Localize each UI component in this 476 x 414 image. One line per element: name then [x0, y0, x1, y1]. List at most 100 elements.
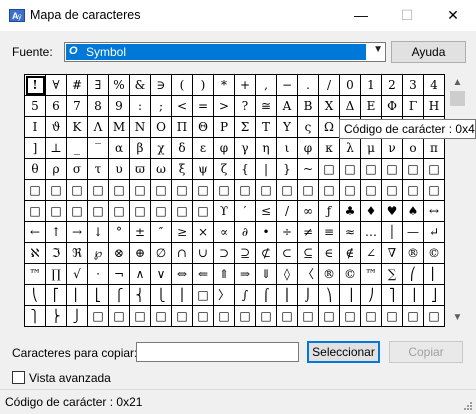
char-cell[interactable]: ⊃: [214, 243, 235, 264]
char-cell[interactable]: ♠: [403, 201, 424, 222]
char-cell[interactable]: Ω: [319, 117, 340, 138]
char-cell[interactable]: □: [130, 201, 151, 222]
char-cell[interactable]: ⎟: [340, 285, 361, 306]
char-cell[interactable]: ≤: [256, 201, 277, 222]
char-cell[interactable]: Λ: [88, 117, 109, 138]
char-cell[interactable]: Γ: [403, 96, 424, 117]
char-cell[interactable]: μ: [361, 138, 382, 159]
char-cell[interactable]: …: [361, 222, 382, 243]
char-cell[interactable]: ⎪: [172, 285, 193, 306]
char-cell[interactable]: □: [88, 201, 109, 222]
char-cell[interactable]: •: [256, 222, 277, 243]
char-cell[interactable]: ρ: [46, 159, 67, 180]
char-cell[interactable]: ⊂: [277, 243, 298, 264]
char-cell[interactable]: Η: [424, 96, 445, 117]
char-cell[interactable]: ∧: [130, 264, 151, 285]
char-cell[interactable]: ∇: [382, 243, 403, 264]
char-cell[interactable]: ∪: [193, 243, 214, 264]
characters-to-copy-input[interactable]: [136, 342, 299, 362]
char-cell[interactable]: □: [382, 159, 403, 180]
char-cell[interactable]: Υ: [277, 117, 298, 138]
advanced-view-checkbox[interactable]: [12, 371, 25, 384]
char-cell[interactable]: ⎩: [151, 285, 172, 306]
char-cell[interactable]: □: [172, 306, 193, 327]
char-cell[interactable]: ⎛: [403, 264, 424, 285]
char-cell[interactable]: υ: [109, 159, 130, 180]
minimize-button[interactable]: —: [338, 0, 384, 31]
char-cell[interactable]: ∅: [151, 243, 172, 264]
char-cell[interactable]: ⎥: [403, 285, 424, 306]
char-cell[interactable]: □: [277, 306, 298, 327]
char-cell[interactable]: =: [193, 96, 214, 117]
char-cell[interactable]: ÷: [277, 222, 298, 243]
char-cell[interactable]: 〈: [298, 264, 319, 285]
char-cell[interactable]: ⎧: [109, 285, 130, 306]
char-cell[interactable]: □: [109, 201, 130, 222]
char-cell[interactable]: ?: [235, 96, 256, 117]
char-cell[interactable]: □: [340, 180, 361, 201]
char-cell[interactable]: ∂: [235, 222, 256, 243]
char-cell[interactable]: ι: [277, 138, 298, 159]
char-cell[interactable]: δ: [172, 138, 193, 159]
char-cell[interactable]: %: [109, 75, 130, 96]
char-cell[interactable]: ⇑: [214, 264, 235, 285]
char-cell[interactable]: ↑: [46, 222, 67, 243]
char-cell[interactable]: ∈: [319, 243, 340, 264]
char-cell[interactable]: 9: [109, 96, 130, 117]
char-cell[interactable]: &: [130, 75, 151, 96]
char-cell[interactable]: *: [214, 75, 235, 96]
help-button[interactable]: Ayuda: [391, 41, 466, 63]
char-cell[interactable]: 3: [403, 75, 424, 96]
char-cell[interactable]: ‾: [88, 138, 109, 159]
char-cell[interactable]: □: [424, 306, 445, 327]
char-cell[interactable]: /: [319, 75, 340, 96]
char-cell[interactable]: 1: [361, 75, 382, 96]
char-cell[interactable]: □: [277, 180, 298, 201]
char-cell[interactable]: ⇐: [193, 264, 214, 285]
char-cell[interactable]: ⎦: [424, 285, 445, 306]
resize-grip-icon[interactable]: [463, 401, 473, 411]
char-cell[interactable]: ⇒: [235, 264, 256, 285]
char-cell[interactable]: □: [403, 159, 424, 180]
char-cell[interactable]: ∝: [214, 222, 235, 243]
char-cell[interactable]: Α: [277, 96, 298, 117]
char-cell[interactable]: ∨: [151, 264, 172, 285]
char-cell[interactable]: ;: [151, 96, 172, 117]
char-cell[interactable]: Τ: [256, 117, 277, 138]
char-cell[interactable]: 4: [424, 75, 445, 96]
char-cell[interactable]: □: [298, 180, 319, 201]
char-cell[interactable]: □: [193, 201, 214, 222]
char-cell[interactable]: →: [67, 222, 88, 243]
char-cell[interactable]: ⊥: [46, 138, 67, 159]
char-cell[interactable]: □: [298, 306, 319, 327]
char-cell[interactable]: Μ: [109, 117, 130, 138]
char-cell[interactable]: □: [235, 306, 256, 327]
char-cell[interactable]: □: [361, 180, 382, 201]
char-cell[interactable]: ♣: [340, 201, 361, 222]
char-cell[interactable]: ): [193, 75, 214, 96]
char-cell[interactable]: ∩: [172, 243, 193, 264]
close-button[interactable]: ✕: [430, 0, 476, 31]
char-cell[interactable]: |: [256, 159, 277, 180]
char-cell[interactable]: ∏: [46, 264, 67, 285]
char-cell[interactable]: □: [151, 201, 172, 222]
char-cell[interactable]: ⎫: [25, 306, 46, 327]
char-cell[interactable]: ±: [130, 222, 151, 243]
char-cell[interactable]: <: [172, 96, 193, 117]
char-cell[interactable]: □: [193, 285, 214, 306]
char-cell[interactable]: □: [151, 306, 172, 327]
char-cell[interactable]: □: [403, 180, 424, 201]
char-cell[interactable]: ⎭: [67, 306, 88, 327]
char-cell[interactable]: □: [319, 159, 340, 180]
char-cell[interactable]: ≡: [319, 222, 340, 243]
char-cell[interactable]: ≈: [340, 222, 361, 243]
char-cell[interactable]: ⎢: [67, 285, 88, 306]
char-cell[interactable]: ε: [193, 138, 214, 159]
char-cell[interactable]: ~: [298, 159, 319, 180]
char-cell[interactable]: 5: [25, 96, 46, 117]
char-cell[interactable]: Β: [298, 96, 319, 117]
char-cell[interactable]: ←: [25, 222, 46, 243]
char-cell[interactable]: ↵: [424, 222, 445, 243]
char-cell[interactable]: —: [403, 222, 424, 243]
char-cell[interactable]: 7: [67, 96, 88, 117]
